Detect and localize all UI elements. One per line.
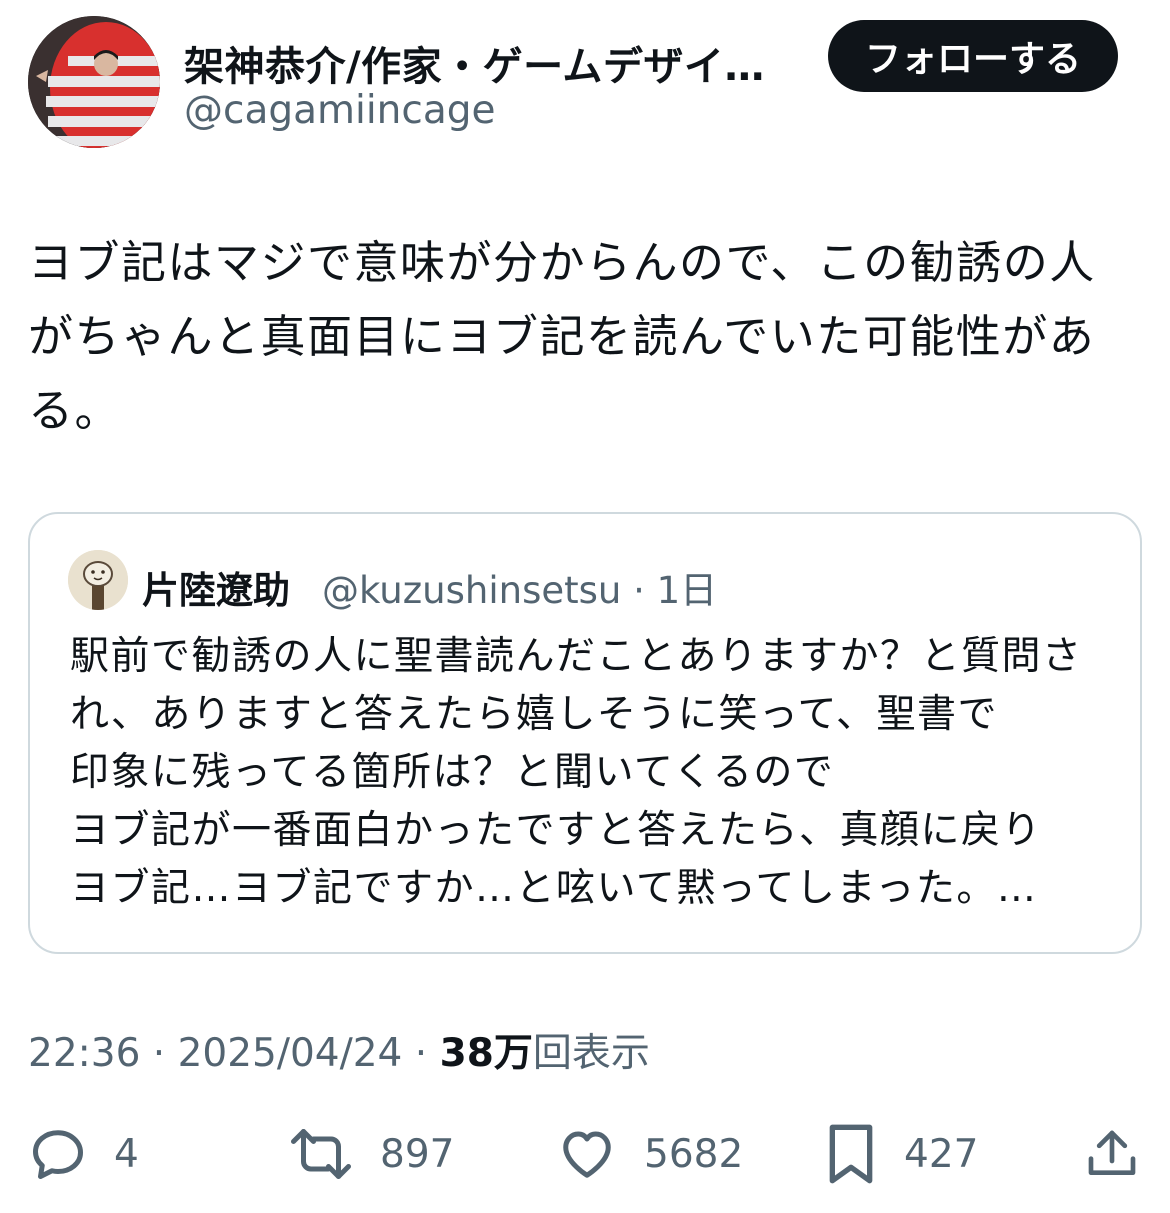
quoted-author-handle-time[interactable]: @kuzushinsetsu · 1日: [322, 560, 717, 614]
repost-count: 897: [380, 1131, 455, 1177]
follow-button[interactable]: フォローする: [828, 20, 1118, 92]
view-label: 回表示: [532, 1031, 650, 1076]
author-name[interactable]: 架神恭介/作家・ゲームデザイ…: [184, 34, 765, 92]
author-handle[interactable]: @cagamiincage: [184, 88, 495, 133]
quoted-tweet-text: 駅前で勧誘の人に聖書読んだことありますか？と質問され、ありますと答えたら嬉しそう…: [70, 634, 1083, 911]
reply-button[interactable]: 4: [28, 1118, 139, 1190]
like-count: 5682: [644, 1131, 744, 1177]
tweet-header: 架神恭介/作家・ゲームデザイ… @cagamiincage フォローする: [28, 16, 1142, 152]
bookmark-count: 427: [904, 1131, 979, 1177]
share-button[interactable]: [1084, 1118, 1140, 1190]
view-count: 38万: [439, 1031, 533, 1076]
quoted-author-name[interactable]: 片陸遼助: [142, 560, 290, 614]
bookmark-button[interactable]: 427: [824, 1118, 978, 1190]
author-avatar[interactable]: [28, 16, 160, 148]
repost-icon: [288, 1124, 354, 1184]
share-icon: [1084, 1124, 1140, 1184]
tweet-datetime[interactable]: 22:36 · 2025/04/24 ·: [28, 1031, 440, 1076]
action-bar: 4 897 5682 427: [28, 1118, 1142, 1190]
quoted-author-avatar[interactable]: [68, 550, 128, 610]
bookmark-icon: [824, 1122, 878, 1186]
reply-count: 4: [114, 1131, 139, 1177]
heart-icon: [556, 1124, 618, 1184]
tweet-meta: 22:36 · 2025/04/24 · 38万回表示: [28, 1022, 650, 1078]
like-button[interactable]: 5682: [556, 1118, 743, 1190]
repost-button[interactable]: 897: [288, 1118, 454, 1190]
tweet-text: ヨブ記はマジで意味が分からんので、この勧誘の人がちゃんと真面目にヨブ記を読んでい…: [28, 236, 1096, 437]
reply-icon: [28, 1124, 88, 1184]
quoted-tweet[interactable]: 片陸遼助 @kuzushinsetsu · 1日 駅前で勧誘の人に聖書読んだこと…: [28, 512, 1142, 954]
